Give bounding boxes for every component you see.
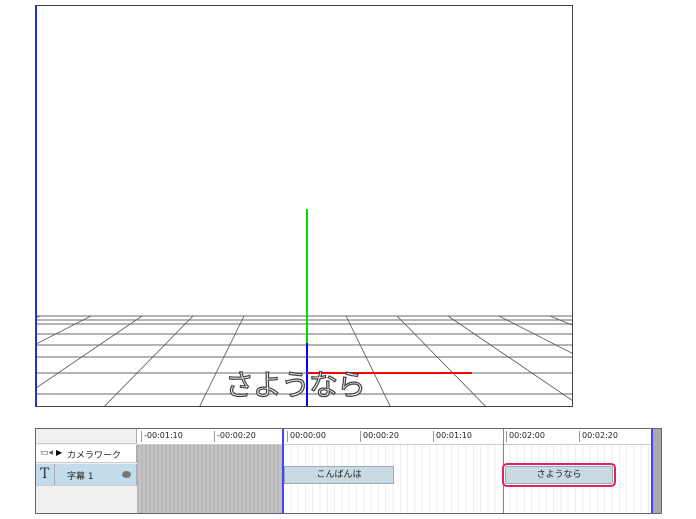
layer-name: 字幕 1 <box>67 472 94 482</box>
grid-line <box>37 315 41 318</box>
grid-line <box>104 315 194 406</box>
camera-icon: ▭◂ <box>40 448 54 458</box>
ruler-label: 00:02:00 <box>506 431 545 442</box>
layer-subtitle-1[interactable]: T 字幕 1 <box>36 464 137 486</box>
clip-sayonara-selected[interactable]: さようなら <box>502 463 616 487</box>
layer-name: カメラワーク <box>67 451 122 461</box>
timeline-panel: ▭◂ ▶ カメラワーク T 字幕 1 -00:01:10 -00:00:20 00:… <box>35 428 662 514</box>
text-icon: T <box>40 466 50 482</box>
expand-arrow-icon[interactable]: ▶ <box>56 448 62 457</box>
ruler-label: -00:00:20 <box>214 431 256 442</box>
grid-line <box>447 315 572 401</box>
3d-viewport[interactable]: さようなら <box>35 5 573 407</box>
grid-line <box>37 315 143 388</box>
clip-konbanwa[interactable]: こんばんは <box>284 466 394 484</box>
ground-grid <box>37 209 572 406</box>
negative-time-region <box>137 445 283 513</box>
eye-icon[interactable] <box>122 471 131 478</box>
layer-camerawork[interactable]: ▭◂ ▶ カメラワーク <box>36 445 137 463</box>
ruler-label: 00:00:20 <box>360 431 399 442</box>
time-ruler[interactable]: -00:01:10 -00:00:20 00:00:00 00:00:20 00:01:… <box>137 429 661 445</box>
caption-preview: さようなら <box>224 367 366 402</box>
ruler-label: 00:01:10 <box>433 431 472 442</box>
layer-header <box>36 429 137 444</box>
ruler-label: 00:00:00 <box>287 431 326 442</box>
track-area[interactable]: こんばんは さようなら <box>137 429 661 513</box>
grid-line <box>396 315 486 406</box>
ruler-label: -00:01:10 <box>141 431 183 442</box>
ruler-label: 00:02:20 <box>579 431 618 442</box>
grid-line <box>37 315 92 344</box>
playhead[interactable] <box>503 429 504 513</box>
